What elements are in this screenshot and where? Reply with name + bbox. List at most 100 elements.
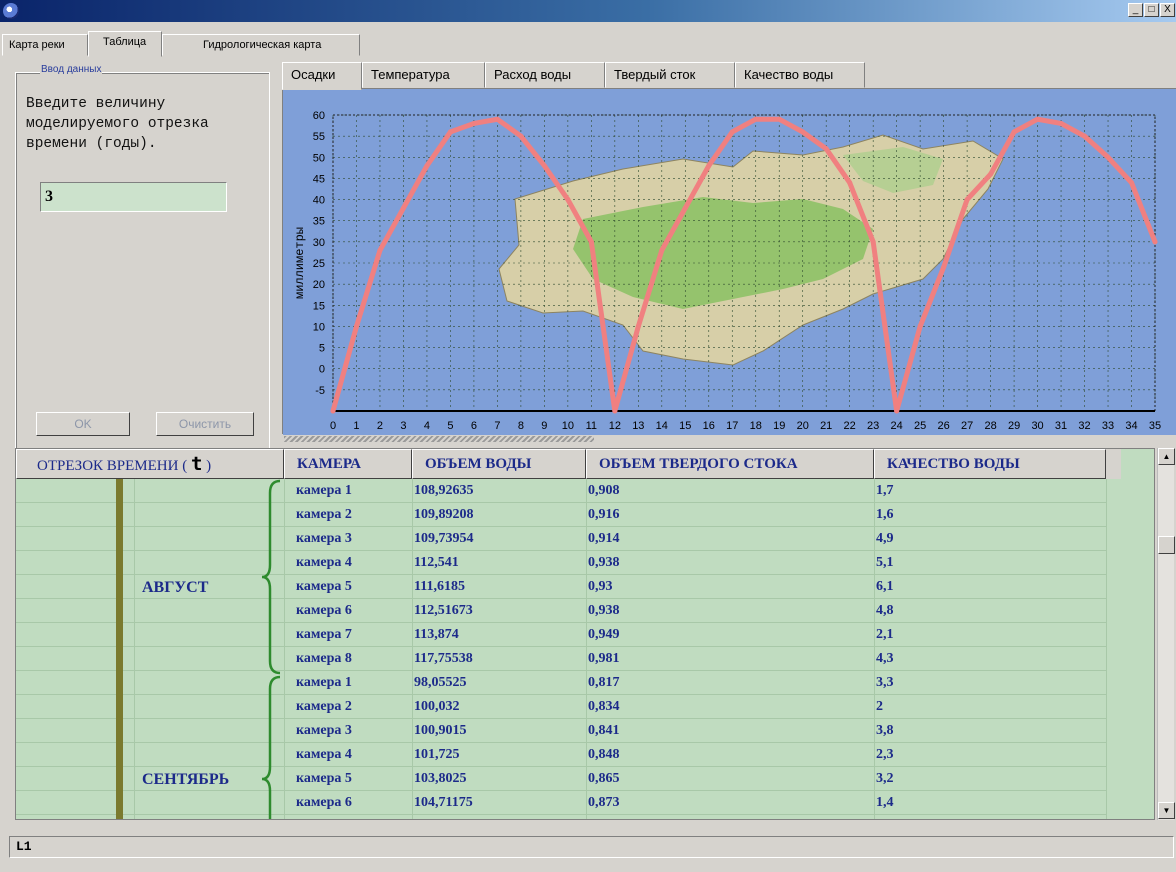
y-tick-label: -5 xyxy=(315,385,325,397)
header-time-period-close: ) xyxy=(206,458,212,474)
tab-table[interactable]: Таблица xyxy=(88,31,162,57)
tab-solid-runoff[interactable]: Твердый сток xyxy=(605,62,735,88)
x-tick-label: 8 xyxy=(518,420,524,432)
solid-runoff-cell: 0,938 xyxy=(588,555,620,570)
x-tick-label: 11 xyxy=(586,420,597,432)
camera-cell: камера 4 xyxy=(296,747,352,762)
ok-button[interactable]: OK xyxy=(36,412,130,436)
data-point xyxy=(1011,129,1017,135)
minimize-button[interactable]: _ xyxy=(1128,3,1143,17)
tab-temperature[interactable]: Температура xyxy=(362,62,485,88)
x-tick-label: 12 xyxy=(609,420,621,432)
tab-hydrological-map[interactable]: Гидрологическая карта xyxy=(162,34,360,56)
scroll-up-button[interactable]: ▲ xyxy=(1158,448,1175,465)
table-row[interactable]: камера 1 108,92635 0,908 1,7 xyxy=(16,479,1107,503)
camera-cell: камера 4 xyxy=(296,555,352,570)
table-row[interactable]: камера 6 112,51673 0,938 4,8 xyxy=(16,599,1107,623)
close-button[interactable]: X xyxy=(1160,3,1175,17)
header-time-period[interactable]: ОТРЕЗОК ВРЕМЕНИ ( t ) xyxy=(16,449,284,479)
water-volume-cell: 113,874 xyxy=(414,627,459,642)
x-tick-label: 27 xyxy=(961,420,973,432)
y-tick-label: 50 xyxy=(313,152,325,164)
table-row[interactable]: камера 3 100,9015 0,841 3,8 xyxy=(16,719,1107,743)
table-row[interactable]: камера 4 112,541 0,938 5,1 xyxy=(16,551,1107,575)
data-point xyxy=(706,163,712,169)
camera-cell: камера 5 xyxy=(296,771,352,786)
table-scrollbar[interactable]: ▲ ▼ xyxy=(1157,448,1175,820)
y-tick-label: 5 xyxy=(319,343,325,355)
x-tick-label: 7 xyxy=(494,420,500,432)
water-quality-cell: 2,3 xyxy=(876,747,894,762)
x-tick-label: 15 xyxy=(679,420,691,432)
y-tick-label: 45 xyxy=(313,173,325,185)
x-tick-label: 25 xyxy=(914,420,926,432)
scroll-thumb[interactable] xyxy=(1158,536,1175,554)
data-point xyxy=(800,129,806,135)
app-icon[interactable] xyxy=(3,3,19,19)
tab-precipitation[interactable]: Осадки xyxy=(282,62,362,90)
camera-cell: камера 5 xyxy=(296,579,352,594)
water-quality-cell: 2 xyxy=(876,699,883,714)
camera-cell: камера 2 xyxy=(296,699,352,714)
solid-runoff-cell: 0,848 xyxy=(588,747,620,762)
solid-runoff-cell: 0,914 xyxy=(588,531,620,546)
data-point xyxy=(353,323,359,329)
table-row[interactable]: камера 2 100,032 0,834 2 xyxy=(16,695,1107,719)
camera-cell: камера 2 xyxy=(296,507,352,522)
data-point xyxy=(1058,120,1064,126)
clear-button[interactable]: Очистить xyxy=(156,412,254,436)
y-tick-label: 20 xyxy=(313,279,325,291)
x-tick-label: 22 xyxy=(844,420,856,432)
solid-runoff-cell: 0,817 xyxy=(588,675,620,690)
y-tick-label: 15 xyxy=(313,300,325,312)
water-volume-cell: 112,51673 xyxy=(414,603,473,618)
data-point xyxy=(659,247,665,253)
table-row[interactable]: камера 6 104,71175 0,873 1,4 xyxy=(16,791,1107,815)
maximize-button[interactable]: □ xyxy=(1144,3,1159,17)
splitter-handle[interactable] xyxy=(284,436,594,442)
y-tick-label: 35 xyxy=(313,216,325,228)
table-row[interactable]: камера 7 106,058 0,884 4,6 xyxy=(16,815,1107,819)
header-water-volume[interactable]: ОБЪЕМ ВОДЫ xyxy=(412,449,586,479)
camera-cell: камера 1 xyxy=(296,483,352,498)
data-point xyxy=(1035,116,1041,122)
x-tick-label: 26 xyxy=(938,420,950,432)
table-row[interactable]: камера 1 98,05525 0,817 3,3 xyxy=(16,671,1107,695)
x-tick-label: 34 xyxy=(1125,420,1137,432)
camera-cell: камера 7 xyxy=(296,815,352,819)
water-volume-cell: 109,89208 xyxy=(414,507,474,522)
table-row[interactable]: камера 2 109,89208 0,916 1,6 xyxy=(16,503,1107,527)
data-point xyxy=(1082,133,1088,139)
y-tick-label: 60 xyxy=(313,110,325,122)
x-tick-label: 35 xyxy=(1149,420,1161,432)
y-tick-label: 25 xyxy=(313,258,325,270)
x-tick-label: 1 xyxy=(353,420,359,432)
water-volume-cell: 117,75538 xyxy=(414,651,473,666)
solid-runoff-cell: 0,908 xyxy=(588,483,620,498)
tab-water-quality[interactable]: Качество воды xyxy=(735,62,865,88)
tab-river-map[interactable]: Карта реки xyxy=(2,34,88,56)
water-quality-cell: 3,8 xyxy=(876,723,894,738)
water-quality-cell: 3,2 xyxy=(876,771,894,786)
years-input[interactable] xyxy=(40,182,227,212)
table-row[interactable]: камера 7 113,874 0,949 2,1 xyxy=(16,623,1107,647)
y-tick-label: 40 xyxy=(313,195,325,207)
table-row[interactable]: камера 3 109,73954 0,914 4,9 xyxy=(16,527,1107,551)
scroll-down-button[interactable]: ▼ xyxy=(1158,802,1175,819)
y-tick-label: 0 xyxy=(319,364,325,376)
table-row[interactable]: камера 8 117,75538 0,981 4,3 xyxy=(16,647,1107,671)
header-solid-runoff[interactable]: ОБЪЕМ ТВЕРДОГО СТОКА xyxy=(586,449,874,479)
header-camera[interactable]: КАМЕРА xyxy=(284,449,412,479)
data-point xyxy=(447,129,453,135)
tab-water-flow[interactable]: Расход воды xyxy=(485,62,605,88)
x-tick-label: 20 xyxy=(797,420,809,432)
data-point xyxy=(729,129,735,135)
camera-cell: камера 1 xyxy=(296,675,352,690)
x-tick-label: 16 xyxy=(703,420,715,432)
camera-cell: камера 6 xyxy=(296,795,352,810)
water-quality-cell: 3,3 xyxy=(876,675,894,690)
data-point xyxy=(588,239,594,245)
table-row[interactable]: камера 4 101,725 0,848 2,3 xyxy=(16,743,1107,767)
header-water-quality[interactable]: КАЧЕСТВО ВОДЫ xyxy=(874,449,1106,479)
water-quality-cell: 1,6 xyxy=(876,507,894,522)
